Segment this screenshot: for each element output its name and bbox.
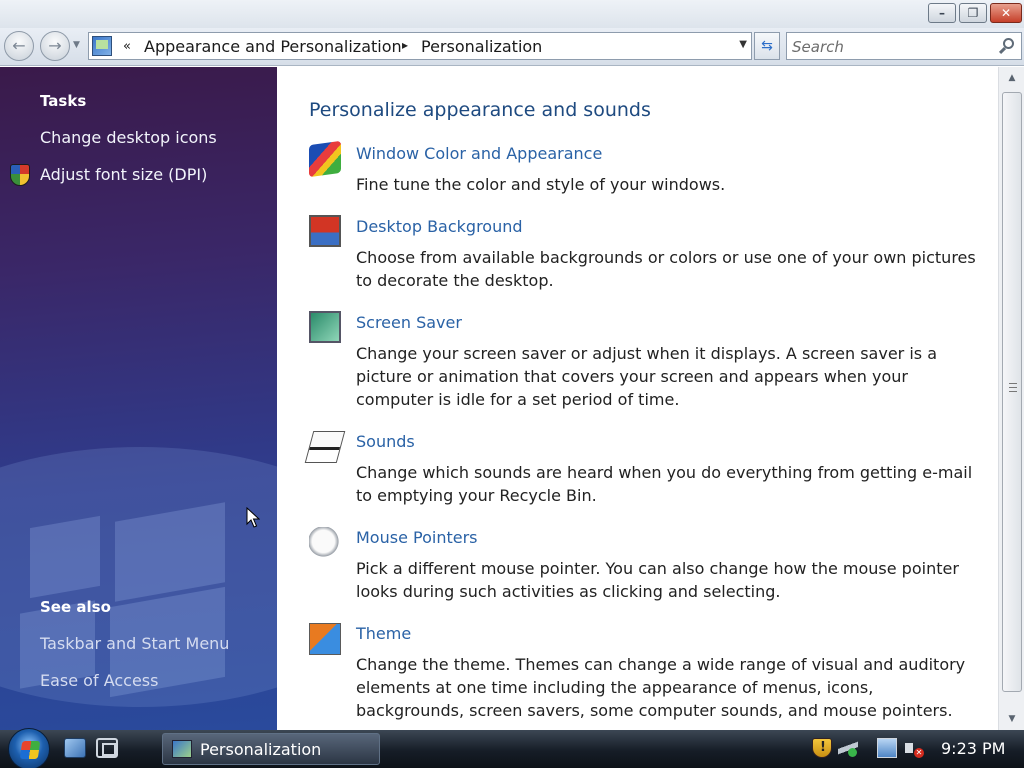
desktop-background-icon[interactable] bbox=[309, 215, 341, 247]
desktop-background-description: Choose from available backgrounds or col… bbox=[356, 248, 976, 290]
system-clock[interactable]: 9:23 PM bbox=[941, 739, 1005, 758]
forward-button[interactable]: → bbox=[40, 31, 70, 61]
uac-shield-icon bbox=[10, 164, 30, 186]
address-bar[interactable]: « Appearance and Personalization ▸ Perso… bbox=[88, 32, 752, 60]
content-pane: Personalize appearance and sounds Window… bbox=[277, 67, 998, 730]
network-connection-icon[interactable] bbox=[877, 738, 897, 758]
task-pane: Tasks Change desktop icons Adjust font s… bbox=[0, 67, 277, 730]
theme-description: Change the theme. Themes can change a wi… bbox=[356, 655, 966, 720]
search-input[interactable]: Search bbox=[792, 38, 844, 56]
mouse-pointers-icon[interactable] bbox=[309, 527, 341, 559]
breadcrumb-separator[interactable]: ▸ bbox=[402, 38, 408, 52]
window-color-description: Fine tune the color and style of your wi… bbox=[356, 175, 726, 194]
sounds-description: Change which sounds are heard when you d… bbox=[356, 463, 973, 505]
close-button[interactable]: ✕ bbox=[990, 3, 1022, 23]
tasks-heading: Tasks bbox=[40, 92, 87, 110]
taskbar-start-menu-link[interactable]: Taskbar and Start Menu bbox=[40, 634, 229, 653]
taskbar-personalization-button[interactable]: Personalization bbox=[162, 733, 380, 765]
show-desktop-icon[interactable] bbox=[64, 738, 86, 758]
mouse-pointers-link[interactable]: Mouse Pointers bbox=[356, 528, 477, 547]
security-alert-icon[interactable] bbox=[812, 738, 832, 758]
page-title: Personalize appearance and sounds bbox=[309, 99, 651, 121]
start-button[interactable] bbox=[8, 728, 50, 768]
window-color-icon[interactable] bbox=[309, 140, 341, 178]
screen-saver-icon[interactable] bbox=[309, 311, 341, 343]
breadcrumb-personalization[interactable]: Personalization bbox=[421, 37, 542, 56]
scroll-down-arrow-icon[interactable]: ▼ bbox=[999, 708, 1024, 730]
recent-pages-dropdown[interactable]: ▼ bbox=[73, 40, 80, 50]
taskbar: Personalization ✕ 9:23 PM bbox=[0, 728, 1024, 768]
volume-muted-icon[interactable]: ✕ bbox=[903, 738, 924, 758]
scroll-up-arrow-icon[interactable]: ▲ bbox=[999, 67, 1024, 89]
minimize-button[interactable]: – bbox=[928, 3, 956, 23]
restore-button[interactable]: ❐ bbox=[959, 3, 987, 23]
screen-saver-link[interactable]: Screen Saver bbox=[356, 313, 462, 332]
desktop-background-link[interactable]: Desktop Background bbox=[356, 217, 523, 236]
scroll-thumb[interactable] bbox=[1002, 92, 1022, 692]
mouse-cursor-icon bbox=[246, 507, 260, 528]
sounds-link[interactable]: Sounds bbox=[356, 432, 415, 451]
window-color-link[interactable]: Window Color and Appearance bbox=[356, 144, 602, 163]
taskbar-button-label: Personalization bbox=[200, 740, 322, 759]
window-controls: – ❐ ✕ bbox=[928, 3, 1022, 23]
breadcrumb-overflow[interactable]: « bbox=[123, 39, 131, 54]
address-dropdown-icon[interactable]: ▼ bbox=[739, 39, 747, 50]
adjust-font-size-link[interactable]: Adjust font size (DPI) bbox=[40, 165, 207, 184]
refresh-button[interactable]: ⇆ bbox=[754, 32, 780, 60]
change-desktop-icons-link[interactable]: Change desktop icons bbox=[40, 128, 217, 147]
network-status-icon[interactable] bbox=[838, 738, 858, 758]
control-panel-icon bbox=[92, 36, 112, 56]
search-box[interactable]: Search bbox=[786, 32, 1022, 60]
ease-of-access-link[interactable]: Ease of Access bbox=[40, 671, 158, 690]
switch-windows-icon[interactable] bbox=[96, 738, 118, 758]
navigation-bar: ← → ▼ « Appearance and Personalization ▸… bbox=[0, 28, 1024, 66]
grip-icon bbox=[1009, 383, 1017, 392]
window-title-bar: – ❐ ✕ bbox=[0, 0, 1024, 28]
windows-logo-icon bbox=[19, 741, 41, 759]
windows-flag-decoration bbox=[30, 515, 100, 599]
control-panel-icon bbox=[172, 740, 192, 758]
see-also-heading: See also bbox=[40, 598, 111, 616]
back-button[interactable]: ← bbox=[4, 31, 34, 61]
screen-saver-description: Change your screen saver or adjust when … bbox=[356, 344, 938, 409]
vertical-scrollbar[interactable]: ▲ ▼ bbox=[998, 67, 1024, 730]
mouse-pointers-description: Pick a different mouse pointer. You can … bbox=[356, 559, 959, 601]
search-icon[interactable] bbox=[997, 37, 1017, 57]
breadcrumb-appearance[interactable]: Appearance and Personalization bbox=[144, 37, 402, 56]
theme-icon[interactable] bbox=[309, 623, 341, 655]
theme-link[interactable]: Theme bbox=[356, 624, 411, 643]
sounds-icon[interactable] bbox=[304, 431, 346, 463]
